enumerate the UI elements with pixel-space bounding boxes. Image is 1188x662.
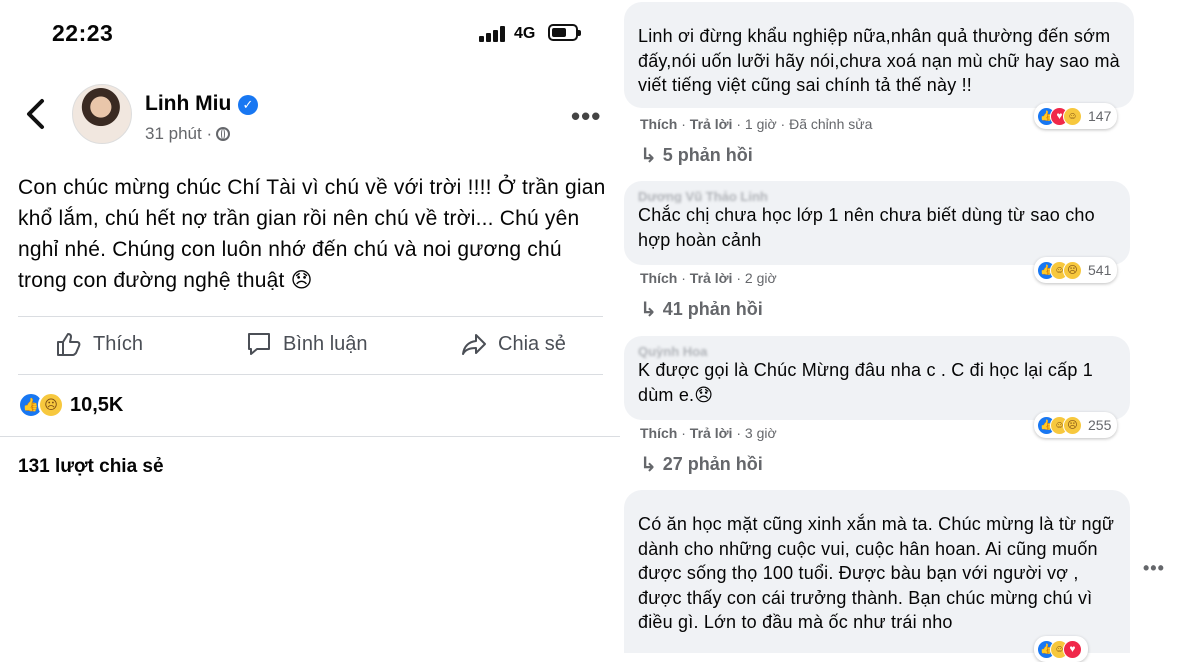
comment-bubble: Linh ơi đừng khẩu nghiệp nữa,nhân quả th… [624, 2, 1134, 108]
reply-arrow-icon: ↳ [640, 299, 657, 321]
comment-meta: Thích · Trả lời · 1 giờ · Đã chỉnh sửa [640, 116, 873, 132]
comment-reactions[interactable]: 👍 ☺ ☹ 255 [1034, 412, 1118, 438]
haha-reaction-icon: ☺ [1063, 106, 1082, 126]
replies-count: 41 phản hồi [662, 299, 763, 319]
share-button[interactable]: Chia sẻ [460, 330, 566, 358]
comment-meta: Thích · Trả lời · 3 giờ [640, 425, 777, 441]
comment-reply-link[interactable]: Trả lời [690, 116, 733, 132]
verified-badge-icon: ✓ [238, 95, 258, 115]
reaction-count: 541 [1088, 262, 1112, 278]
share-label: Chia sẻ [498, 332, 566, 355]
comment-button[interactable]: Bình luận [245, 330, 368, 358]
replies-count: 27 phản hồi [662, 454, 763, 474]
commenter-name [638, 10, 1120, 24]
reaction-count: 255 [1088, 417, 1112, 433]
post-panel: 22:23 4G Linh Miu ✓ 31 phút · ••• Con ch… [0, 0, 620, 653]
view-replies[interactable]: ↳ 41 phản hồi [640, 297, 763, 322]
sad-reaction-icon: ☹ [38, 392, 64, 418]
reply-arrow-icon: ↳ [640, 145, 657, 167]
commenter-name [638, 498, 1116, 512]
reaction-count: 147 [1088, 108, 1112, 124]
like-label: Thích [93, 332, 144, 355]
view-replies[interactable]: ↳ 5 phản hồi [640, 143, 753, 168]
comment-bubble: Quỳnh Hoa K được gọi là Chúc Mừng đâu nh… [624, 336, 1130, 420]
more-options-icon[interactable]: ••• [571, 101, 601, 132]
author-name[interactable]: Linh Miu [145, 92, 231, 116]
sad-reaction-icon: ☹ [1063, 415, 1082, 435]
network-type: 4G [514, 25, 536, 42]
comment-text: Chắc chị chưa học lớp 1 nên chưa biết dù… [638, 205, 1095, 250]
view-replies[interactable]: ↳ 27 phản hồi [640, 452, 763, 477]
comment-bubble: Có ăn học mặt cũng xinh xắn mà ta. Chúc … [624, 490, 1130, 653]
thumbs-up-icon [57, 333, 81, 356]
commenter-name[interactable]: Quỳnh Hoa [638, 344, 1116, 358]
comment-like-link[interactable]: Thích [640, 425, 677, 441]
globe-icon [216, 127, 231, 141]
comment-icon [248, 333, 270, 355]
comment-reply-link[interactable]: Trả lời [690, 425, 733, 441]
comment-reactions[interactable]: 👍 ☺ ♥ [1034, 636, 1088, 662]
comment-like-link[interactable]: Thích [640, 116, 677, 132]
share-icon [462, 334, 486, 355]
signal-icon [479, 26, 507, 42]
comment-text: Linh ơi đừng khẩu nghiệp nữa,nhân quả th… [638, 26, 1120, 95]
comments-panel: Linh ơi đừng khẩu nghiệp nữa,nhân quả th… [620, 0, 1188, 662]
comment-label: Bình luận [283, 332, 368, 355]
reaction-count: 10,5K [70, 393, 124, 416]
status-time: 22:23 [52, 20, 114, 46]
back-arrow-icon[interactable] [22, 96, 52, 132]
comment-reactions[interactable]: 👍 ☺ ☹ 541 [1034, 257, 1118, 283]
divider [0, 436, 620, 437]
post-meta: 31 phút · [145, 124, 231, 144]
comment-time: 1 giờ [744, 116, 777, 132]
avatar[interactable] [72, 84, 132, 144]
comment-time: 2 giờ [744, 270, 777, 286]
comment-meta: Thích · Trả lời · 2 giờ [640, 270, 777, 286]
edited-label: Đã chỉnh sửa [789, 116, 873, 132]
sad-reaction-icon: ☹ [1063, 260, 1082, 280]
comment-reactions[interactable]: 👍 ♥ ☺ 147 [1034, 103, 1118, 129]
comment-time: 3 giờ [744, 425, 777, 441]
comment-options-icon[interactable]: ••• [1143, 558, 1165, 579]
comment-text: Có ăn học mặt cũng xinh xắn mà ta. Chúc … [638, 514, 1115, 632]
post-time: 31 phút · [145, 124, 213, 143]
divider [18, 374, 603, 375]
reaction-summary[interactable]: 👍 ☹ 10,5K [18, 392, 123, 418]
reply-arrow-icon: ↳ [640, 454, 657, 476]
comment-reply-link[interactable]: Trả lời [690, 270, 733, 286]
divider [18, 316, 603, 317]
like-button[interactable]: Thích [55, 330, 143, 358]
share-count[interactable]: 131 lượt chia sẻ [18, 456, 164, 478]
comment-text: K được gọi là Chúc Mừng đâu nha c . C đi… [638, 360, 1093, 405]
post-text: Con chúc mừng chúc Chí Tài vì chú về với… [18, 176, 606, 292]
battery-icon [548, 24, 581, 41]
post-actions: Thích Bình luận Chia sẻ [0, 318, 620, 373]
comment-like-link[interactable]: Thích [640, 270, 677, 286]
replies-count: 5 phản hồi [662, 145, 753, 165]
comment-bubble: Dương Vũ Thảo Linh Chắc chị chưa học lớp… [624, 181, 1130, 265]
commenter-name[interactable]: Dương Vũ Thảo Linh [638, 189, 1116, 203]
love-reaction-icon: ♥ [1063, 639, 1082, 659]
